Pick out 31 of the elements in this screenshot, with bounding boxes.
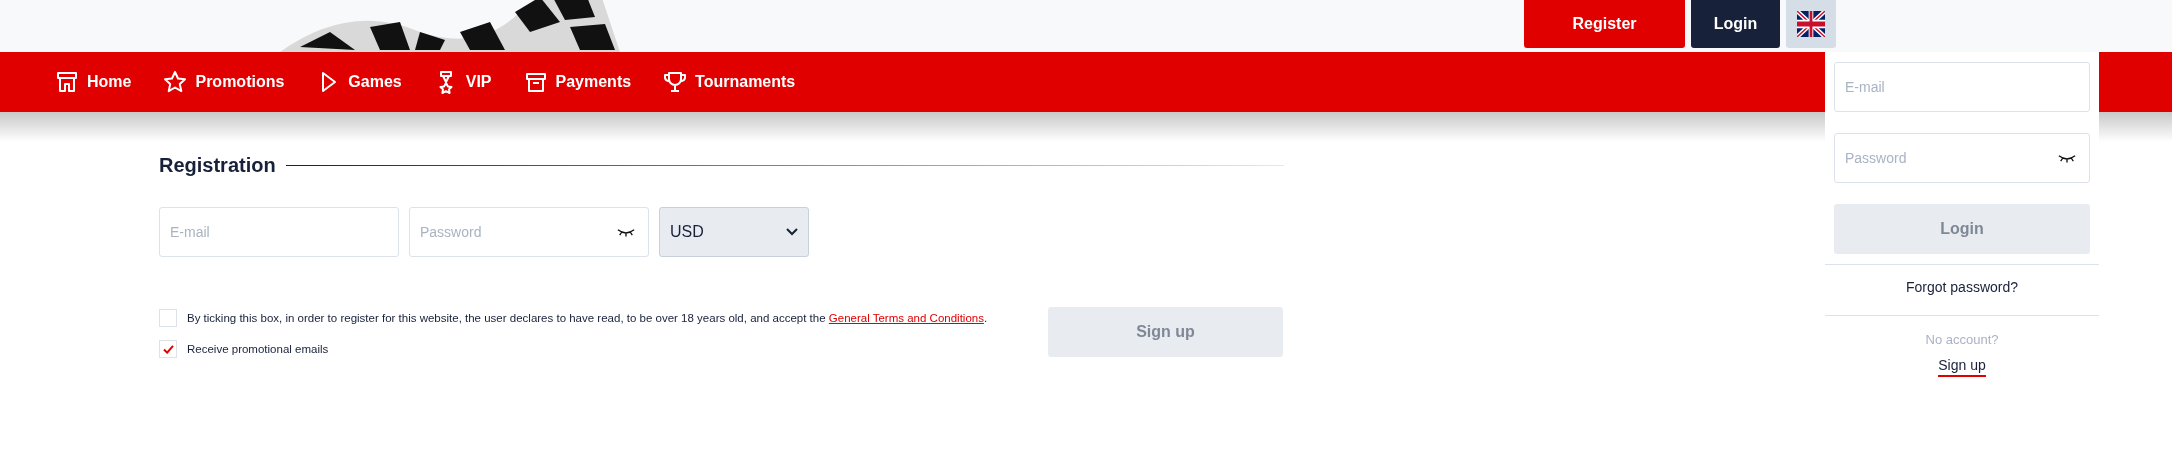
home-icon [55, 70, 79, 94]
password-field[interactable]: Password [1834, 133, 2090, 183]
nav-link[interactable]: VIP [433, 70, 492, 94]
nav-link[interactable]: Payments [523, 70, 632, 94]
no-account-text: No account? [1925, 332, 1999, 347]
section-title: Registration [159, 154, 276, 177]
language-button[interactable] [1786, 0, 1836, 48]
closed-eye-icon [2058, 154, 2076, 163]
nav-link[interactable]: Home [55, 70, 132, 94]
checkbox-label: By ticking this box, in order to register for this website, the user declares to have read, to be over 18 years old, and accept the General Terms and Conditions. [187, 312, 988, 324]
trophy-icon [663, 70, 688, 94]
nav-link[interactable]: Promotions [163, 70, 285, 94]
currency-select[interactable]: USD [659, 207, 809, 257]
checkmark-icon [162, 344, 174, 354]
sign-up-link[interactable]: Sign up [1938, 357, 1986, 377]
star-icon [163, 70, 188, 94]
email-field[interactable]: E-mail [159, 207, 399, 257]
checkbox-label: Receive promotional emails [187, 343, 329, 355]
password-field[interactable]: Password [409, 207, 649, 257]
register-button[interactable]: Register [1524, 0, 1685, 48]
checkbox[interactable] [159, 340, 177, 358]
uk-flag-icon [1797, 11, 1825, 37]
forgot-password-link[interactable]: Forgot password? [1905, 265, 2019, 305]
checkbox[interactable] [159, 309, 177, 327]
nav-link[interactable]: Tournaments [663, 70, 796, 94]
email-field[interactable]: E-mail [1834, 62, 2090, 112]
nav-link[interactable]: Games [316, 70, 402, 94]
login-button[interactable]: Login [1691, 0, 1780, 48]
terms-link[interactable]: General Terms and Conditions [828, 312, 984, 324]
closed-eye-icon [617, 228, 635, 237]
chevron-down-icon [786, 228, 798, 236]
